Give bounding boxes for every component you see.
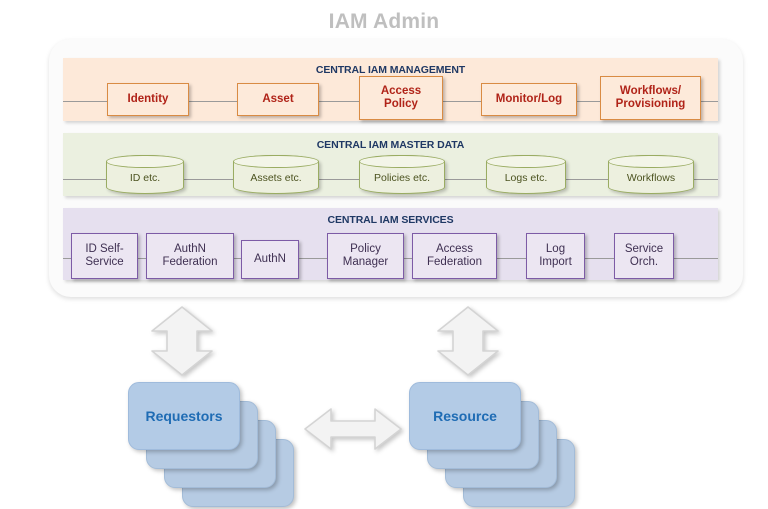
- datastore-label: Workflows: [626, 171, 676, 184]
- band-title-services: CENTRAL IAM SERVICES: [327, 214, 454, 226]
- arrow-requestors-to-iam: [151, 306, 213, 376]
- node-workflows-provisioning[interactable]: Workflows/ Provisioning: [600, 76, 701, 120]
- node-label: Identity: [127, 93, 169, 106]
- datastore-label: Assets etc.: [250, 171, 302, 184]
- actor-stack-resource[interactable]: Resource: [409, 382, 599, 507]
- node-monitor-log[interactable]: Monitor/Log: [481, 83, 577, 116]
- service-authn-federation[interactable]: AuthN Federation: [146, 233, 234, 279]
- datastore-id[interactable]: ID etc.: [105, 154, 184, 194]
- datastore-label: Policies etc.: [373, 171, 431, 184]
- node-asset[interactable]: Asset: [237, 83, 319, 116]
- service-label: Access Federation: [427, 242, 482, 268]
- band-title-master-data: CENTRAL IAM MASTER DATA: [316, 139, 465, 151]
- service-id-self-service[interactable]: ID Self- Service: [71, 233, 138, 279]
- arrow-resource-to-iam: [437, 306, 499, 376]
- node-access-policy[interactable]: Access Policy: [359, 76, 443, 120]
- arrow-requestors-to-resource: [304, 408, 402, 450]
- service-label: ID Self- Service: [85, 242, 124, 268]
- actor-card-front[interactable]: Resource: [409, 382, 521, 450]
- node-label: Workflows/ Provisioning: [615, 85, 686, 110]
- band-central-iam-master-data: CENTRAL IAM MASTER DATA ID etc. Assets e…: [63, 133, 718, 196]
- actor-label: Resource: [433, 408, 497, 424]
- service-authn[interactable]: AuthN: [241, 240, 299, 279]
- actor-stack-requestors[interactable]: Requestors: [128, 382, 318, 507]
- band-central-iam-services: CENTRAL IAM SERVICES ID Self- Service Au…: [63, 208, 718, 280]
- band-title-management: CENTRAL IAM MANAGEMENT: [315, 64, 466, 76]
- service-label: Service Orch.: [624, 242, 664, 268]
- datastore-assets[interactable]: Assets etc.: [232, 154, 319, 194]
- datastore-label: Logs etc.: [504, 171, 548, 184]
- service-policy-manager[interactable]: Policy Manager: [327, 233, 404, 279]
- service-log-import[interactable]: Log Import: [526, 233, 585, 279]
- node-label: Asset: [262, 93, 294, 106]
- band-central-iam-management: CENTRAL IAM MANAGEMENT Identity Asset Ac…: [63, 58, 718, 121]
- service-label: Log Import: [539, 242, 572, 268]
- service-label: Policy Manager: [342, 242, 389, 268]
- actor-label: Requestors: [145, 408, 223, 424]
- datastore-policies[interactable]: Policies etc.: [358, 154, 445, 194]
- datastore-logs[interactable]: Logs etc.: [485, 154, 566, 194]
- service-label: AuthN Federation: [162, 242, 218, 268]
- actor-card-front[interactable]: Requestors: [128, 382, 240, 450]
- node-identity[interactable]: Identity: [107, 83, 189, 116]
- datastore-label: ID etc.: [129, 171, 161, 184]
- datastore-workflows[interactable]: Workflows: [607, 154, 694, 194]
- service-service-orch[interactable]: Service Orch.: [614, 233, 674, 279]
- node-label: Access Policy: [380, 85, 422, 110]
- page-title: IAM Admin: [328, 10, 440, 33]
- service-access-federation[interactable]: Access Federation: [412, 233, 497, 279]
- node-label: Monitor/Log: [495, 93, 563, 106]
- iam-admin-panel: CENTRAL IAM MANAGEMENT Identity Asset Ac…: [49, 39, 743, 297]
- service-label: AuthN: [254, 252, 286, 265]
